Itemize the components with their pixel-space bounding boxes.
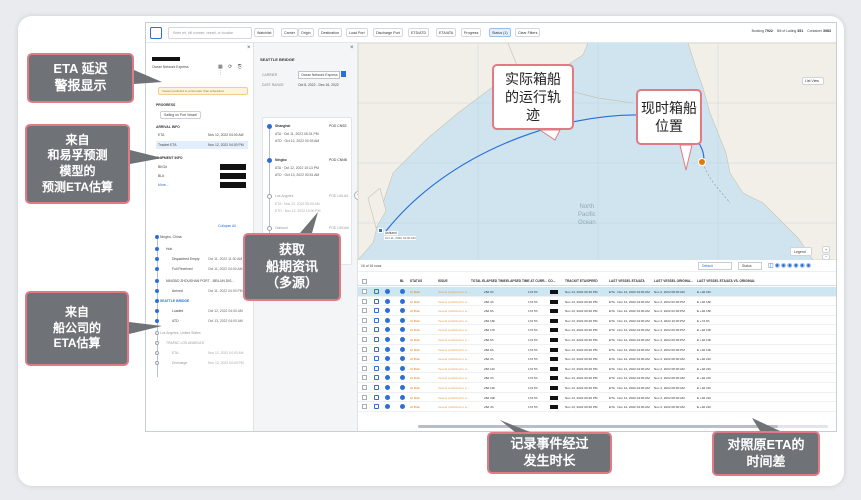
callout-pointers [129,70,780,432]
